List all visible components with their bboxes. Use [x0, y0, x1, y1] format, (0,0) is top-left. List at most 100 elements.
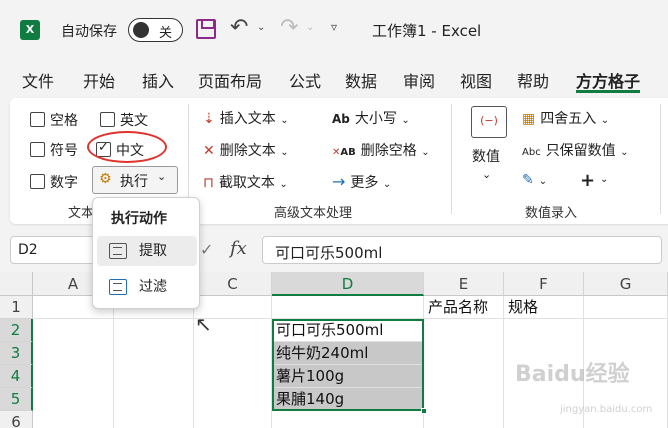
column-header[interactable]: D	[272, 272, 424, 296]
row-header[interactable]: 2	[0, 319, 33, 342]
check-symbol[interactable]: 符号	[30, 140, 78, 160]
text-group-label: 文本	[68, 206, 95, 221]
cell[interactable]	[272, 411, 424, 428]
cell-e1[interactable]: 产品名称	[424, 296, 504, 319]
row-header[interactable]: 6	[0, 411, 33, 428]
keep-value-icon: Abc	[522, 147, 541, 158]
tab-fangfang[interactable]: 方方格子	[576, 68, 640, 92]
tab-home[interactable]: 开始	[83, 68, 115, 92]
ribbon-tabs: 文件 开始 插入 页面布局 公式 数据 审阅 视图 帮助 方方格子	[0, 64, 668, 94]
case-button[interactable]: Ab 大小写 ⌄	[332, 108, 410, 128]
delete-space-icon: ✕AB	[332, 147, 356, 158]
column-header[interactable]: C	[194, 272, 272, 296]
keep-value-button[interactable]: Abc 只保留数值 ⌄	[522, 140, 629, 160]
column-header[interactable]: F	[504, 272, 584, 296]
column-header[interactable]: G	[584, 272, 668, 296]
check-number[interactable]: 数字	[30, 172, 78, 192]
cell[interactable]	[424, 319, 504, 428]
chevron-down-icon: ⌄	[620, 147, 629, 158]
chevron-down-icon: ⌄	[157, 170, 167, 183]
delete-space-button[interactable]: ✕AB 删除空格 ⌄	[332, 140, 430, 160]
title-bar: X 自动保存 关 ↶ ⌄ ↷ ⌄ ▿ 工作簿1 - Excel	[0, 0, 668, 60]
chevron-down-icon: ⌄	[600, 115, 610, 126]
chevron-down-icon[interactable]: ⌄	[600, 174, 608, 185]
select-all-corner[interactable]	[0, 272, 33, 296]
edit-icon: ✎	[522, 172, 534, 188]
group-separator	[451, 104, 452, 214]
redo-icon[interactable]: ↷	[280, 15, 298, 40]
tab-insert[interactable]: 插入	[142, 68, 174, 92]
fx-icon[interactable]: fx	[230, 238, 247, 259]
watermark: Baidu经验	[515, 362, 630, 387]
execute-action-menu: 执行动作 提取 过滤	[92, 197, 200, 309]
delete-text-icon: ✕	[203, 143, 215, 159]
tab-page-layout[interactable]: 页面布局	[198, 68, 262, 92]
checkbox-icon	[30, 142, 45, 157]
case-icon: Ab	[332, 112, 350, 126]
menu-item-filter[interactable]: 过滤	[97, 272, 197, 302]
numeric-value-icon[interactable]: (−)	[471, 106, 507, 138]
autosave-toggle[interactable]: 关	[128, 18, 183, 42]
arrow-right-icon: →	[332, 172, 346, 191]
tab-data[interactable]: 数据	[345, 68, 377, 92]
selection-range	[272, 319, 424, 411]
fill-handle[interactable]	[421, 408, 427, 414]
cell[interactable]	[114, 319, 194, 428]
check-space[interactable]: 空格	[30, 110, 78, 130]
column-header[interactable]: E	[424, 272, 504, 296]
extract-text-icon: ⊓	[203, 175, 214, 191]
insert-text-button[interactable]: ⇣ 插入文本 ⌄	[203, 108, 289, 128]
tab-formulas[interactable]: 公式	[289, 68, 321, 92]
excel-logo-icon: X	[20, 20, 40, 40]
more-button[interactable]: → 更多 ⌄	[332, 172, 391, 192]
advanced-group-label: 高级文本处理	[274, 206, 353, 221]
add-icon[interactable]: +	[580, 170, 595, 191]
cell[interactable]	[272, 296, 424, 319]
execute-icon: ⚙	[99, 171, 112, 187]
check-icon[interactable]: ✓	[200, 240, 213, 259]
number-group-label: 数值录入	[525, 206, 578, 221]
tab-file[interactable]: 文件	[22, 68, 54, 92]
menu-title: 执行动作	[111, 211, 167, 227]
chevron-down-icon[interactable]: ⌄	[482, 168, 491, 181]
chevron-down-icon: ⌄	[280, 115, 289, 126]
cell[interactable]	[584, 296, 668, 319]
tab-review[interactable]: 审阅	[403, 68, 435, 92]
chevron-down-icon[interactable]: ⌄	[306, 22, 314, 33]
check-english[interactable]: 英文	[100, 110, 148, 130]
tab-help[interactable]: 帮助	[517, 68, 549, 92]
chevron-down-icon: ⌄	[382, 179, 392, 190]
row-header[interactable]: 1	[0, 296, 33, 319]
execute-button[interactable]: ⚙ 执行 ⌄	[92, 166, 178, 194]
undo-icon[interactable]: ↶	[230, 15, 248, 40]
checkbox-icon	[30, 174, 45, 189]
row-header[interactable]: 4	[0, 365, 33, 388]
chevron-down-icon: ⌄	[279, 179, 288, 190]
row-header[interactable]: 3	[0, 342, 33, 365]
numeric-value-button[interactable]: 数值	[472, 146, 500, 166]
chevron-down-icon[interactable]: ⌄	[257, 22, 265, 33]
tab-view[interactable]: 视图	[460, 68, 492, 92]
toggle-knob	[133, 22, 149, 38]
highlight-ring	[87, 131, 167, 163]
chevron-down-icon: ⌄	[538, 176, 548, 187]
extract-text-button[interactable]: ⊓ 截取文本 ⌄	[203, 172, 288, 192]
watermark-url: jingyan.baidu.com	[560, 404, 653, 415]
row-header[interactable]: 5	[0, 388, 33, 411]
save-icon[interactable]	[196, 19, 216, 39]
formula-input[interactable]: 可口可乐500ml	[262, 236, 662, 264]
menu-item-extract[interactable]: 提取	[97, 236, 197, 266]
document-title: 工作簿1 - Excel	[372, 22, 482, 40]
autosave-label: 自动保存	[61, 24, 117, 40]
checkbox-icon	[100, 112, 115, 127]
cell-f1[interactable]: 规格	[504, 296, 584, 319]
customize-toolbar-icon[interactable]: ▿	[331, 20, 337, 34]
round-button[interactable]: ▦ 四舍五入 ⌄	[522, 108, 609, 128]
cell[interactable]	[33, 319, 114, 428]
round-icon: ▦	[522, 111, 536, 127]
group-separator	[660, 104, 661, 214]
mouse-cursor-icon: ↖	[195, 312, 212, 336]
delete-text-button[interactable]: ✕ 删除文本 ⌄	[203, 140, 289, 160]
edit-button[interactable]: ✎ ⌄	[522, 172, 547, 188]
checkbox-icon	[30, 112, 45, 127]
